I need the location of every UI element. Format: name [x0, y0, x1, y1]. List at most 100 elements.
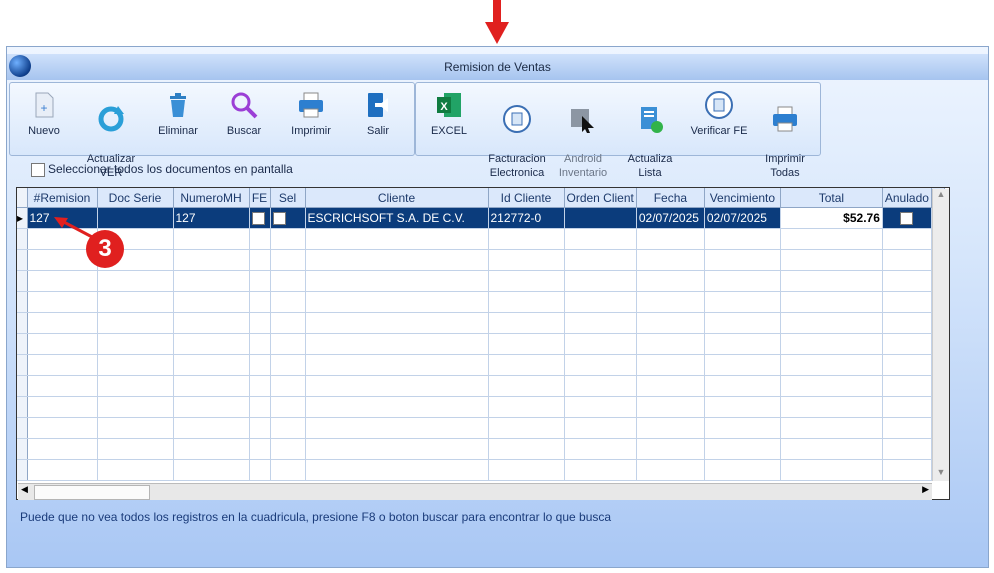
- empty-cell[interactable]: [882, 249, 932, 271]
- empty-cell[interactable]: [173, 459, 250, 481]
- facturacion-electronica-button[interactable]: Facturacion Electronica: [482, 90, 552, 180]
- empty-cell[interactable]: [780, 333, 883, 355]
- empty-cell[interactable]: [249, 249, 271, 271]
- empty-table-row[interactable]: [17, 459, 945, 481]
- empty-cell[interactable]: [780, 270, 883, 292]
- empty-cell[interactable]: [27, 375, 98, 397]
- empty-cell[interactable]: [882, 228, 932, 250]
- scroll-left-icon[interactable]: ◀: [21, 484, 28, 495]
- empty-cell[interactable]: [882, 270, 932, 292]
- empty-cell[interactable]: [173, 375, 250, 397]
- empty-cell[interactable]: [882, 354, 932, 376]
- empty-cell[interactable]: [882, 312, 932, 334]
- scroll-thumb[interactable]: [34, 485, 150, 500]
- android-inventario-button[interactable]: Android Inventario: [555, 90, 611, 180]
- cell-doc-serie[interactable]: [97, 207, 174, 229]
- empty-cell[interactable]: [704, 249, 781, 271]
- empty-cell[interactable]: [305, 249, 489, 271]
- empty-cell[interactable]: [270, 417, 306, 439]
- empty-cell[interactable]: [780, 438, 883, 460]
- empty-cell[interactable]: [97, 417, 174, 439]
- empty-cell[interactable]: [270, 354, 306, 376]
- select-all-checkbox[interactable]: Seleccionar todos los documentos en pant…: [31, 162, 293, 177]
- empty-cell[interactable]: [636, 291, 705, 313]
- empty-cell[interactable]: [704, 375, 781, 397]
- empty-cell[interactable]: [636, 270, 705, 292]
- scroll-down-icon[interactable]: ▼: [933, 467, 949, 481]
- empty-cell[interactable]: [27, 417, 98, 439]
- empty-cell[interactable]: [704, 291, 781, 313]
- empty-cell[interactable]: [305, 354, 489, 376]
- col-vencimiento[interactable]: Vencimiento: [704, 188, 781, 208]
- empty-cell[interactable]: [27, 396, 98, 418]
- imprimir-todas-button[interactable]: Imprimir Todas: [757, 90, 813, 180]
- empty-cell[interactable]: [249, 438, 271, 460]
- empty-cell[interactable]: [882, 396, 932, 418]
- empty-cell[interactable]: [704, 417, 781, 439]
- empty-cell[interactable]: [305, 312, 489, 334]
- empty-cell[interactable]: [173, 291, 250, 313]
- empty-cell[interactable]: [704, 438, 781, 460]
- empty-cell[interactable]: [27, 438, 98, 460]
- empty-table-row[interactable]: [17, 291, 945, 313]
- empty-cell[interactable]: [564, 375, 637, 397]
- empty-cell[interactable]: [704, 270, 781, 292]
- empty-cell[interactable]: [173, 417, 250, 439]
- empty-cell[interactable]: [173, 354, 250, 376]
- empty-cell[interactable]: [704, 333, 781, 355]
- col-orden-cliente[interactable]: Orden Client: [564, 188, 637, 208]
- buscar-button[interactable]: Buscar: [216, 90, 272, 138]
- empty-cell[interactable]: [97, 312, 174, 334]
- empty-cell[interactable]: [636, 228, 705, 250]
- cell-anulado[interactable]: [882, 207, 932, 229]
- empty-cell[interactable]: [249, 459, 271, 481]
- empty-cell[interactable]: [780, 417, 883, 439]
- empty-cell[interactable]: [780, 354, 883, 376]
- scroll-up-icon[interactable]: ▲: [933, 189, 949, 203]
- col-fe[interactable]: FE: [249, 188, 271, 208]
- empty-table-row[interactable]: [17, 270, 945, 292]
- empty-cell[interactable]: [488, 270, 565, 292]
- scroll-right-icon[interactable]: ▶: [922, 484, 929, 495]
- vertical-scrollbar[interactable]: ▲ ▼: [932, 189, 949, 481]
- empty-cell[interactable]: [488, 459, 565, 481]
- empty-cell[interactable]: [305, 333, 489, 355]
- empty-cell[interactable]: [249, 417, 271, 439]
- col-total[interactable]: Total: [780, 188, 883, 208]
- empty-cell[interactable]: [305, 291, 489, 313]
- cell-cliente[interactable]: ESCRICHSOFT S.A. DE C.V.: [305, 207, 489, 229]
- col-cliente[interactable]: Cliente: [305, 188, 489, 208]
- cell-vencimiento[interactable]: 02/07/2025: [704, 207, 781, 229]
- empty-cell[interactable]: [780, 228, 883, 250]
- empty-table-row[interactable]: [17, 228, 945, 250]
- empty-cell[interactable]: [882, 291, 932, 313]
- cell-numeromh[interactable]: 127: [173, 207, 250, 229]
- empty-cell[interactable]: [882, 333, 932, 355]
- empty-cell[interactable]: [488, 354, 565, 376]
- empty-cell[interactable]: [249, 396, 271, 418]
- empty-cell[interactable]: [780, 291, 883, 313]
- salir-button[interactable]: Salir: [350, 90, 406, 138]
- imprimir-button[interactable]: Imprimir: [283, 90, 339, 138]
- anulado-checkbox[interactable]: [900, 212, 914, 226]
- empty-cell[interactable]: [488, 375, 565, 397]
- empty-cell[interactable]: [636, 312, 705, 334]
- empty-cell[interactable]: [882, 417, 932, 439]
- remisiones-grid[interactable]: #Remision Doc Serie NumeroMH FE Sel Clie…: [16, 187, 950, 500]
- empty-cell[interactable]: [270, 228, 306, 250]
- empty-cell[interactable]: [27, 354, 98, 376]
- empty-cell[interactable]: [97, 396, 174, 418]
- empty-cell[interactable]: [564, 396, 637, 418]
- empty-cell[interactable]: [488, 228, 565, 250]
- empty-cell[interactable]: [173, 396, 250, 418]
- empty-cell[interactable]: [636, 333, 705, 355]
- empty-cell[interactable]: [780, 249, 883, 271]
- empty-cell[interactable]: [270, 459, 306, 481]
- empty-table-row[interactable]: [17, 396, 945, 418]
- empty-cell[interactable]: [27, 291, 98, 313]
- empty-table-row[interactable]: [17, 354, 945, 376]
- empty-cell[interactable]: [27, 270, 98, 292]
- empty-cell[interactable]: [270, 396, 306, 418]
- empty-table-row[interactable]: [17, 375, 945, 397]
- cell-total[interactable]: $52.76: [780, 207, 883, 229]
